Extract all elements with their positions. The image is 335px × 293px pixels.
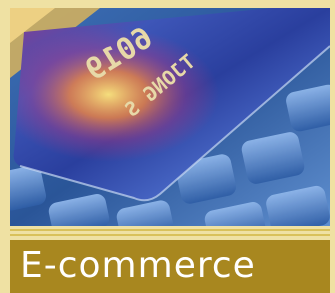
caption-title: E-commerce <box>20 245 256 286</box>
caption-bar: E-commerce <box>10 240 330 293</box>
image-frame: 6019 TJONG S E-commerce <box>0 0 335 293</box>
divider-line-bottom <box>10 234 330 236</box>
divider-line-top <box>10 229 330 231</box>
credit-card-keyboard-photo: 6019 TJONG S <box>10 8 330 226</box>
